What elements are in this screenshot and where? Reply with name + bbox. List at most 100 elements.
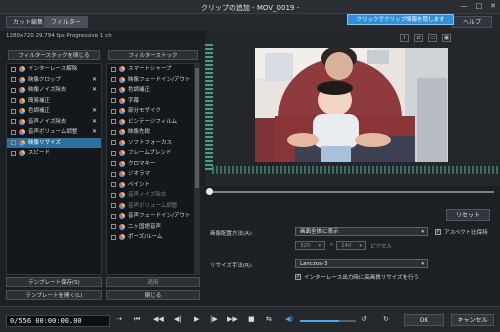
checkbox[interactable]: [111, 108, 116, 114]
filter-tab[interactable]: フィルター: [44, 16, 88, 28]
seek-bar[interactable]: [206, 191, 494, 193]
checkbox[interactable]: [111, 66, 116, 72]
close-window-button[interactable]: ✕: [490, 2, 496, 10]
help-button[interactable]: ヘルプ: [452, 16, 492, 28]
filter-stock-item[interactable]: 映像先鋭: [107, 127, 193, 138]
enable-checkbox[interactable]: [11, 119, 16, 125]
filter-stock-item[interactable]: 部分モザイク: [107, 106, 193, 117]
remove-icon[interactable]: ✕: [92, 127, 97, 138]
video-preview: [255, 48, 448, 162]
height-field[interactable]: 240: [336, 241, 366, 250]
checkbox[interactable]: [111, 192, 116, 198]
filter-stock-item[interactable]: フレームブレンド: [107, 148, 193, 159]
enable-checkbox[interactable]: [11, 129, 16, 135]
checkbox[interactable]: [111, 213, 116, 219]
speaker-icon[interactable]: ◀): [285, 315, 293, 323]
checkbox[interactable]: [111, 161, 116, 167]
checkbox[interactable]: [111, 140, 116, 146]
filter-stock-item[interactable]: ポーズ/ルーム: [107, 232, 193, 243]
info-icon[interactable]: i: [400, 34, 409, 42]
close-filter-stack-button[interactable]: フィルタースタックを閉じる: [8, 50, 100, 60]
checkbox[interactable]: [111, 119, 116, 125]
maximize-button[interactable]: □: [476, 2, 483, 10]
width-field[interactable]: 320: [295, 241, 325, 250]
checkbox[interactable]: [111, 77, 116, 83]
checkbox[interactable]: [111, 129, 116, 135]
remove-icon[interactable]: ✕: [92, 106, 97, 117]
play-icon[interactable]: ▶: [194, 315, 199, 323]
reset-button[interactable]: リセット: [446, 209, 490, 221]
loop-icon[interactable]: ⇆: [266, 315, 272, 323]
aspect-ratio-checkbox[interactable]: ✓ アスペクト比保持: [435, 228, 488, 236]
filter-stock-item[interactable]: クロマキー: [107, 159, 193, 170]
filter-stack-item[interactable]: 音声ノイズ除去 ✕: [7, 117, 101, 128]
minimize-button[interactable]: —: [461, 2, 468, 10]
scale-method-select[interactable]: 画面全体に表示: [295, 227, 428, 236]
ok-button[interactable]: OK: [404, 314, 444, 326]
frame-back-icon[interactable]: ◀|: [174, 315, 182, 323]
interlace-checkbox[interactable]: ✓ インターレース出力時に高画質リサイズを行う: [295, 273, 419, 281]
rotate-left-icon[interactable]: ↺: [361, 315, 367, 323]
monitor-icon[interactable]: ▭: [428, 34, 437, 42]
checkbox[interactable]: [111, 203, 116, 209]
remove-icon[interactable]: ✕: [92, 75, 97, 86]
filter-stock-item[interactable]: スマートシャープ: [107, 64, 193, 75]
enable-checkbox[interactable]: [11, 77, 16, 83]
cancel-button[interactable]: キャンセル: [451, 314, 494, 326]
filter-stack-item[interactable]: インターレース解除: [7, 64, 101, 75]
scrollbar-thumb[interactable]: [195, 68, 199, 188]
filter-stock-item[interactable]: 二ヶ国語音声: [107, 222, 193, 233]
filter-stock-item[interactable]: 字幕: [107, 96, 193, 107]
close-stock-button[interactable]: 閉じる: [106, 290, 200, 300]
enable-checkbox[interactable]: [11, 87, 16, 93]
template-load-button[interactable]: テンプレートを開く(L): [6, 290, 102, 300]
checkbox[interactable]: [111, 98, 116, 104]
rotate-right-icon[interactable]: ↻: [383, 315, 389, 323]
filter-stack-item[interactable]: 色調補正 ✕: [7, 106, 101, 117]
enable-checkbox[interactable]: [11, 150, 16, 156]
filter-stack-item[interactable]: 音声ボリューム調整 ✕: [7, 127, 101, 138]
filter-stock-item[interactable]: 音声ノイズ除去: [107, 190, 193, 201]
filter-stock-item[interactable]: ペイント: [107, 180, 193, 191]
resize-method-select[interactable]: Lanczos-3: [295, 259, 428, 268]
checkbox[interactable]: [111, 234, 116, 240]
filter-stock-item[interactable]: 映像フェードイン/アウト: [107, 75, 193, 86]
enable-checkbox[interactable]: [11, 140, 16, 146]
step-forward-icon[interactable]: ▶▶: [227, 315, 238, 323]
remove-icon[interactable]: ✕: [92, 85, 97, 96]
filter-stack-item[interactable]: 映像クロップ ✕: [7, 75, 101, 86]
stop-icon[interactable]: ■: [248, 315, 255, 323]
filter-stock-item[interactable]: ソフトフォーカス: [107, 138, 193, 149]
compare-icon[interactable]: ⇄: [414, 34, 423, 42]
filter-stock-item[interactable]: 色調補正: [107, 85, 193, 96]
clip-info-tooltip[interactable]: クリックでクリップ情報を隠します: [347, 14, 454, 25]
filter-stock-item[interactable]: ジオラマ: [107, 169, 193, 180]
filter-stock-item[interactable]: ビンテージフィルム: [107, 117, 193, 128]
mark-in-icon[interactable]: ⇢: [116, 315, 122, 323]
fit-icon[interactable]: ▣: [442, 34, 451, 42]
skip-start-icon[interactable]: ⏮: [134, 315, 140, 324]
enable-checkbox[interactable]: [11, 108, 16, 114]
volume-slider[interactable]: [300, 320, 356, 322]
checkbox[interactable]: [111, 182, 116, 188]
frame-forward-icon[interactable]: |▶: [210, 315, 218, 323]
checkbox[interactable]: [111, 171, 116, 177]
filter-stack-item[interactable]: スピード: [7, 148, 101, 159]
enable-checkbox[interactable]: [11, 98, 16, 104]
checkmark-icon: ✓: [435, 229, 441, 235]
step-back-icon[interactable]: ◀◀: [153, 315, 164, 323]
filter-stack-item[interactable]: 映像リサイズ: [7, 137, 101, 148]
checkbox[interactable]: [111, 87, 116, 93]
filter-stack-item[interactable]: 映像ノイズ除去 ✕: [7, 85, 101, 96]
template-save-button[interactable]: テンプレート保存(S): [6, 277, 102, 287]
filter-stack-item[interactable]: 簡易補正: [7, 96, 101, 107]
filter-stock-item[interactable]: 音声ボリューム調整: [107, 201, 193, 212]
checkbox[interactable]: [111, 150, 116, 156]
apply-button[interactable]: 適用: [106, 277, 200, 287]
filter-stock-button[interactable]: フィルターストック: [108, 50, 198, 60]
seek-knob[interactable]: [206, 188, 213, 195]
checkbox[interactable]: [111, 224, 116, 230]
filter-stock-item[interactable]: 音声フェードイン/アウト: [107, 211, 193, 222]
enable-checkbox[interactable]: [11, 66, 16, 72]
remove-icon[interactable]: ✕: [92, 117, 97, 128]
